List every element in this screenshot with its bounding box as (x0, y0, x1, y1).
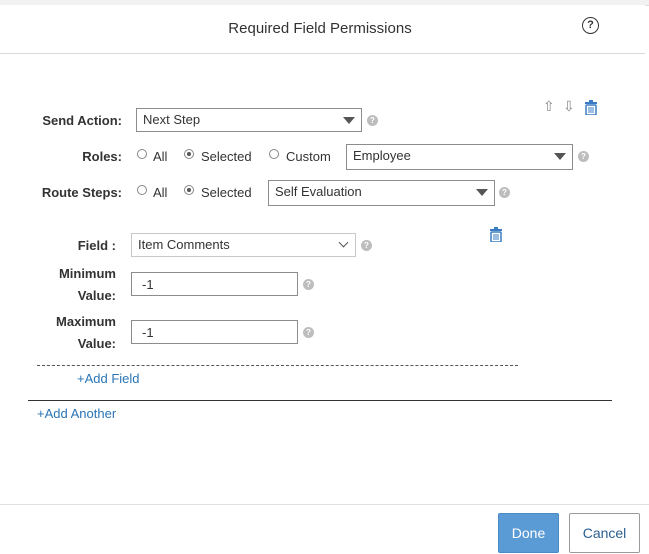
dropdown-arrow-icon (554, 153, 566, 160)
maximum-value-label-line2: Value: (77, 336, 116, 351)
help-icon[interactable]: ? (367, 115, 378, 126)
route-steps-radio-all[interactable] (137, 185, 147, 195)
field-divider (37, 365, 518, 366)
roles-select[interactable]: Employee (346, 144, 573, 170)
dialog-footer: Done Cancel (0, 504, 649, 554)
maximum-value-label-line1: Maximum (56, 314, 116, 329)
dropdown-arrow-icon (476, 189, 488, 196)
send-action-value: Next Step (143, 112, 201, 127)
route-steps-radio-all-label: All (153, 185, 168, 200)
send-action-select[interactable]: Next Step (136, 108, 362, 132)
roles-radio-custom[interactable] (269, 149, 279, 159)
trash-icon[interactable] (489, 227, 503, 242)
help-icon[interactable]: ? (499, 187, 510, 198)
roles-radio-selected-label: Selected (201, 149, 252, 164)
roles-radio-all-label: All (153, 149, 168, 164)
move-up-icon[interactable]: ⇧ (543, 99, 555, 113)
add-field-link[interactable]: +Add Field (77, 371, 140, 386)
roles-radio-all[interactable] (137, 149, 147, 159)
dialog-header: Required Field Permissions ? (0, 5, 645, 54)
dropdown-arrow-icon (343, 117, 355, 124)
route-steps-radio-selected[interactable] (184, 185, 194, 195)
help-icon[interactable]: ? (582, 17, 599, 34)
maximum-value-input[interactable]: -1 (131, 320, 298, 344)
field-select[interactable]: Item Comments (131, 233, 356, 257)
send-action-label: Send Action: (42, 113, 122, 128)
chevron-down-icon (338, 237, 349, 248)
cancel-button[interactable]: Cancel (569, 513, 640, 553)
minimum-value-label-line2: Value: (77, 288, 116, 303)
field-value: Item Comments (138, 237, 230, 252)
roles-value: Employee (353, 148, 411, 163)
minimum-value-input[interactable]: -1 (131, 272, 298, 296)
roles-label: Roles: (82, 149, 122, 164)
help-icon[interactable]: ? (303, 327, 314, 338)
trash-icon[interactable] (584, 100, 598, 115)
move-down-icon[interactable]: ⇩ (563, 99, 575, 113)
help-icon[interactable]: ? (303, 279, 314, 290)
help-icon[interactable]: ? (361, 240, 372, 251)
route-steps-label: Route Steps: (41, 185, 122, 200)
roles-radio-custom-label: Custom (286, 149, 331, 164)
route-steps-value: Self Evaluation (275, 184, 362, 199)
add-another-link[interactable]: +Add Another (37, 406, 116, 421)
dialog-title: Required Field Permissions (228, 20, 412, 37)
route-steps-select[interactable]: Self Evaluation (268, 180, 495, 206)
field-label: Field : (77, 238, 116, 253)
section-divider (28, 400, 612, 401)
done-button[interactable]: Done (498, 513, 559, 553)
route-steps-radio-selected-label: Selected (201, 185, 252, 200)
minimum-value-label-line1: Minimum (58, 266, 116, 281)
roles-radio-selected[interactable] (184, 149, 194, 159)
help-icon[interactable]: ? (578, 151, 589, 162)
